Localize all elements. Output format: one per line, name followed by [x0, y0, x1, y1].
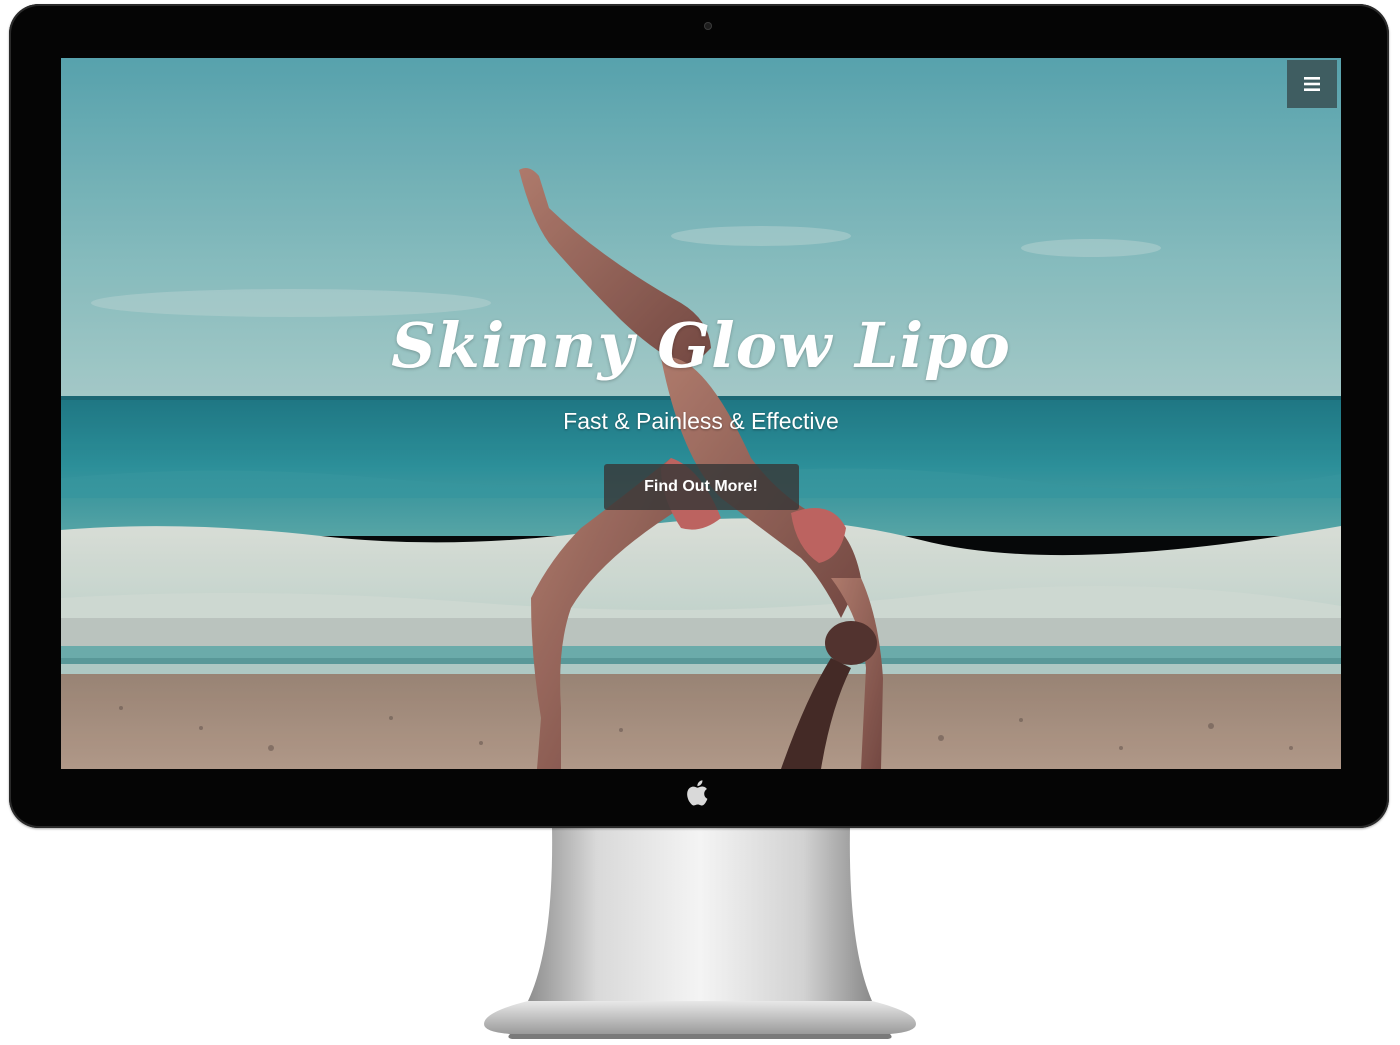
find-out-more-button[interactable]: Find Out More! — [603, 464, 799, 510]
camera-icon — [704, 22, 712, 30]
hero-subtitle: Fast & Painless & Effective — [563, 408, 839, 434]
monitor-mockup: Skinny Glow Lipo Fast & Painless & Effec… — [0, 0, 1400, 1045]
website-screen: Skinny Glow Lipo Fast & Painless & Effec… — [61, 58, 1341, 769]
hero-content: Skinny Glow Lipo Fast & Painless & Effec… — [61, 298, 1341, 510]
monitor-stand — [484, 826, 916, 1039]
menu-toggle-button[interactable] — [1287, 60, 1337, 108]
hamburger-menu-icon — [1304, 77, 1320, 91]
hero-title: Skinny Glow Lipo — [391, 309, 1011, 382]
apple-logo-icon — [687, 780, 708, 806]
